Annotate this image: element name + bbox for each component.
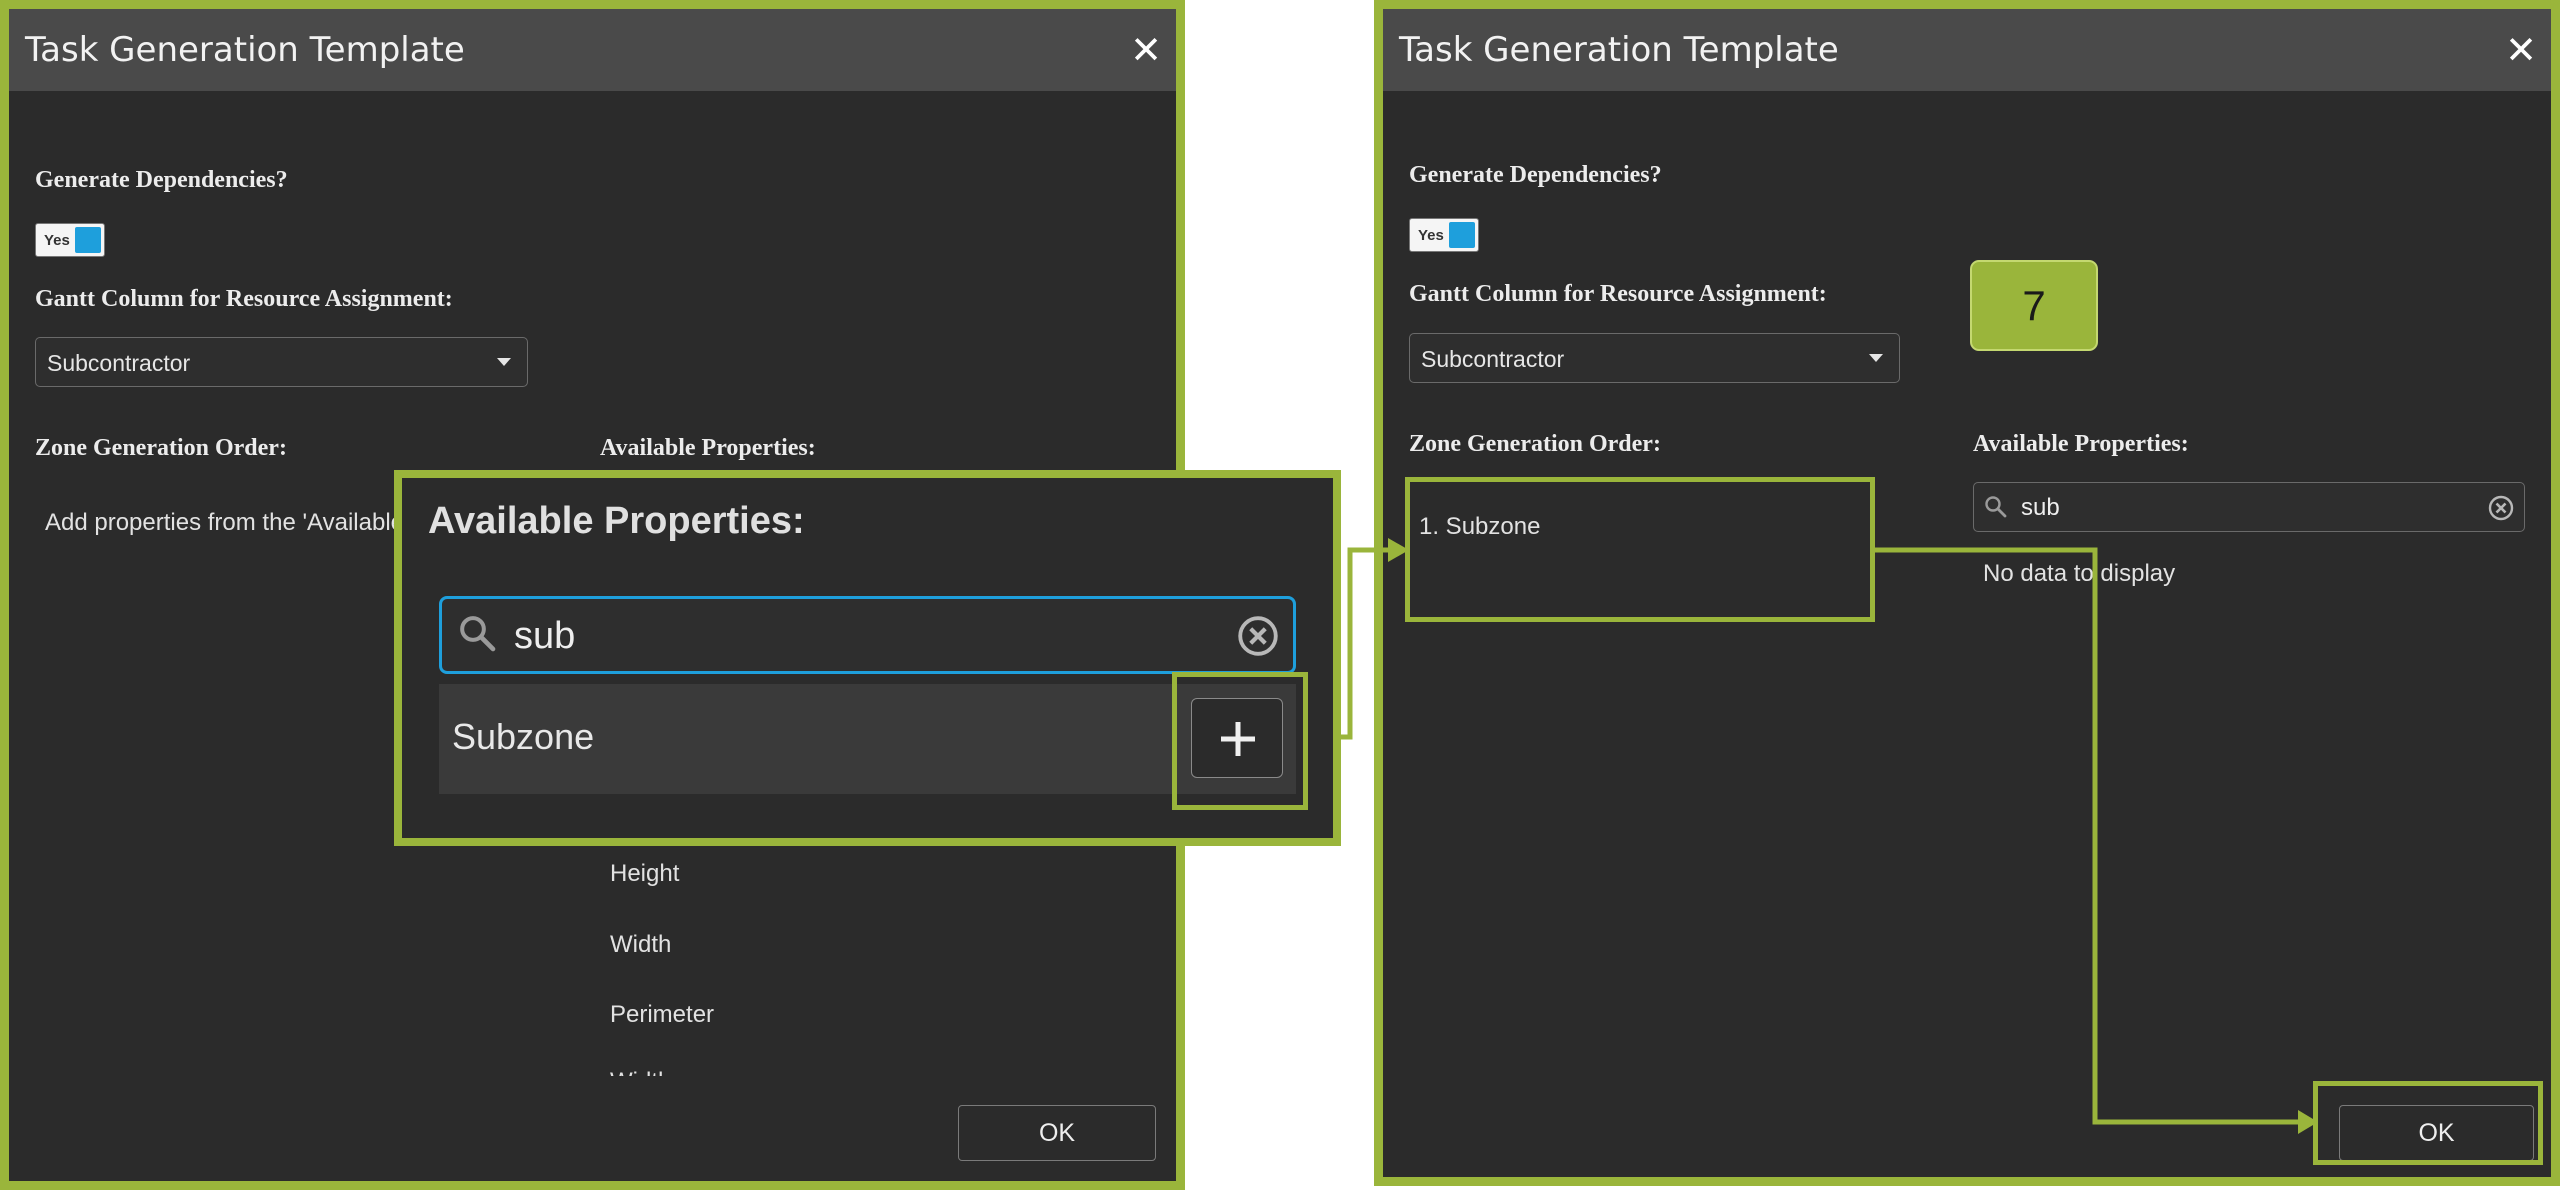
add-button-highlight: [1172, 672, 1308, 810]
ok-button-highlight: [2313, 1081, 2543, 1165]
zoom-search-value: sub: [514, 615, 576, 657]
zoom-search-field[interactable]: sub: [439, 596, 1296, 674]
zoom-result-label: Subzone: [452, 716, 595, 757]
search-icon: [460, 616, 496, 652]
zoom-callout: Available Properties: sub Subzone: [394, 470, 1341, 846]
zone-order-highlight: [1405, 477, 1875, 622]
zoom-result-row[interactable]: Subzone: [439, 684, 1296, 794]
clear-icon[interactable]: [1237, 615, 1279, 657]
zoom-available-properties-label: Available Properties:: [428, 500, 805, 542]
step-badge: 7: [1970, 260, 2098, 351]
